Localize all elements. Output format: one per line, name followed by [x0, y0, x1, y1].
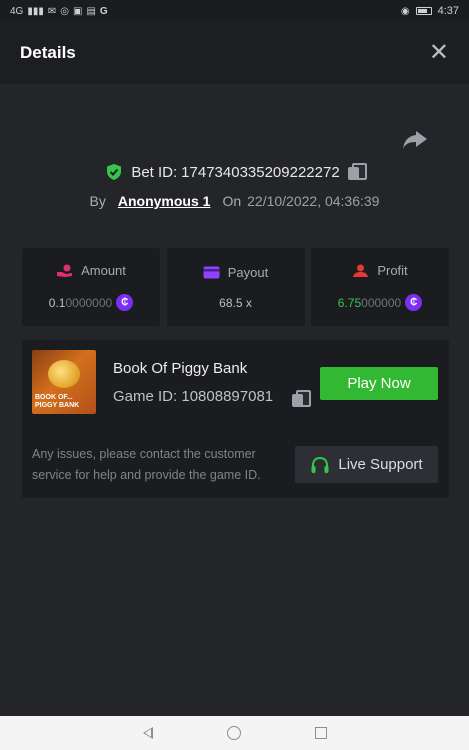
- details-header: Details ✕: [0, 22, 469, 84]
- stat-payout: Payout 68.5 x: [166, 248, 305, 326]
- status-bar: 4G ▮▮▮ ✉ ◎ ▣ ▤ G ◉ 4:37: [0, 0, 469, 22]
- mail-icon: ✉: [47, 5, 57, 17]
- copy-game-id-icon[interactable]: [292, 390, 311, 408]
- on-label: On: [222, 193, 242, 209]
- stat-amount-label: Amount: [81, 263, 126, 278]
- bet-id-value: 1747340335209222272: [181, 163, 340, 181]
- user-link[interactable]: Anonymous 1: [118, 193, 211, 209]
- status-right: ◉ 4:37: [401, 5, 459, 17]
- support-note: Any issues, please contact the customer …: [32, 447, 261, 482]
- share-arrow-icon[interactable]: [402, 128, 428, 152]
- card-icon: [203, 266, 220, 278]
- profit-main: 6.75: [337, 295, 362, 310]
- game-id-row: Game ID: 10808897081: [113, 388, 273, 405]
- game-id-value: 10808897081: [181, 388, 274, 405]
- game-id-label: Game ID:: [113, 388, 178, 405]
- stat-amount-value: 0.10000000 ₵: [48, 294, 134, 311]
- stat-profit: Profit 6.75000000 ₵: [311, 248, 449, 326]
- thumbnail-title: BOOK OF... PIGGY BANK: [35, 394, 80, 409]
- copy-bet-id-icon[interactable]: [347, 163, 367, 181]
- coin-icon: ₵: [116, 294, 134, 311]
- person-money-icon: [353, 264, 369, 277]
- clock: 4:37: [437, 5, 459, 17]
- stat-payout-header: Payout: [203, 265, 268, 280]
- close-icon[interactable]: ✕: [429, 41, 449, 65]
- live-support-label: Live Support: [338, 456, 423, 473]
- piggy-coin-image: [48, 360, 80, 388]
- status-left: 4G ▮▮▮ ✉ ◎ ▣ ▤ G: [10, 6, 108, 17]
- page-title: Details: [20, 43, 76, 62]
- stat-profit-value: 6.75000000 ₵: [337, 294, 423, 311]
- game-thumbnail[interactable]: BOOK OF... PIGGY BANK: [32, 350, 96, 414]
- bet-id-label: Bet ID:: [131, 163, 178, 181]
- instagram-icon: ▣: [72, 5, 83, 17]
- by-label: By: [89, 193, 106, 209]
- stat-amount-header: Amount: [56, 263, 126, 278]
- battery-icon: [415, 7, 432, 15]
- bet-author-row: By Anonymous 1 On 22/10/2022, 04:36:39: [0, 190, 469, 212]
- coin-icon: ₵: [405, 294, 423, 311]
- profit-dim: 000000: [361, 295, 402, 310]
- hand-coins-icon: [57, 264, 73, 277]
- stat-profit-header: Profit: [352, 263, 408, 278]
- amount-dim: 0000000: [65, 295, 113, 310]
- bet-stats: Amount 0.10000000 ₵ Payout 68.5 x Profit…: [22, 248, 449, 326]
- game-name: Book Of Piggy Bank: [113, 360, 248, 377]
- back-icon[interactable]: [142, 727, 153, 739]
- eye-icon: ◉: [400, 5, 410, 17]
- shield-check-icon: [107, 164, 122, 180]
- amount-main: 0.1: [48, 295, 66, 310]
- bet-id-row: Bet ID: 1747340335209222272: [0, 160, 469, 184]
- signal-icon: ▮▮▮: [27, 5, 44, 17]
- network-indicator: 4G: [10, 5, 24, 17]
- home-icon[interactable]: [226, 726, 241, 740]
- play-now-button[interactable]: Play Now: [320, 367, 438, 400]
- stat-profit-label: Profit: [377, 263, 408, 278]
- headset-icon: [311, 456, 329, 473]
- stat-amount: Amount 0.10000000 ₵: [22, 248, 160, 326]
- stat-payout-value: 68.5 x: [219, 295, 252, 310]
- bet-datetime: 22/10/2022, 04:36:39: [247, 193, 380, 209]
- news-icon: ▤: [86, 5, 96, 17]
- game-card: BOOK OF... PIGGY BANK Book Of Piggy Bank…: [22, 340, 449, 498]
- stat-payout-label: Payout: [227, 264, 269, 280]
- system-nav-bar: [0, 716, 469, 750]
- recent-apps-icon[interactable]: [314, 727, 327, 739]
- google-icon: G: [99, 5, 108, 17]
- live-support-button[interactable]: Live Support: [295, 446, 438, 483]
- whatsapp-icon: ◎: [60, 5, 69, 17]
